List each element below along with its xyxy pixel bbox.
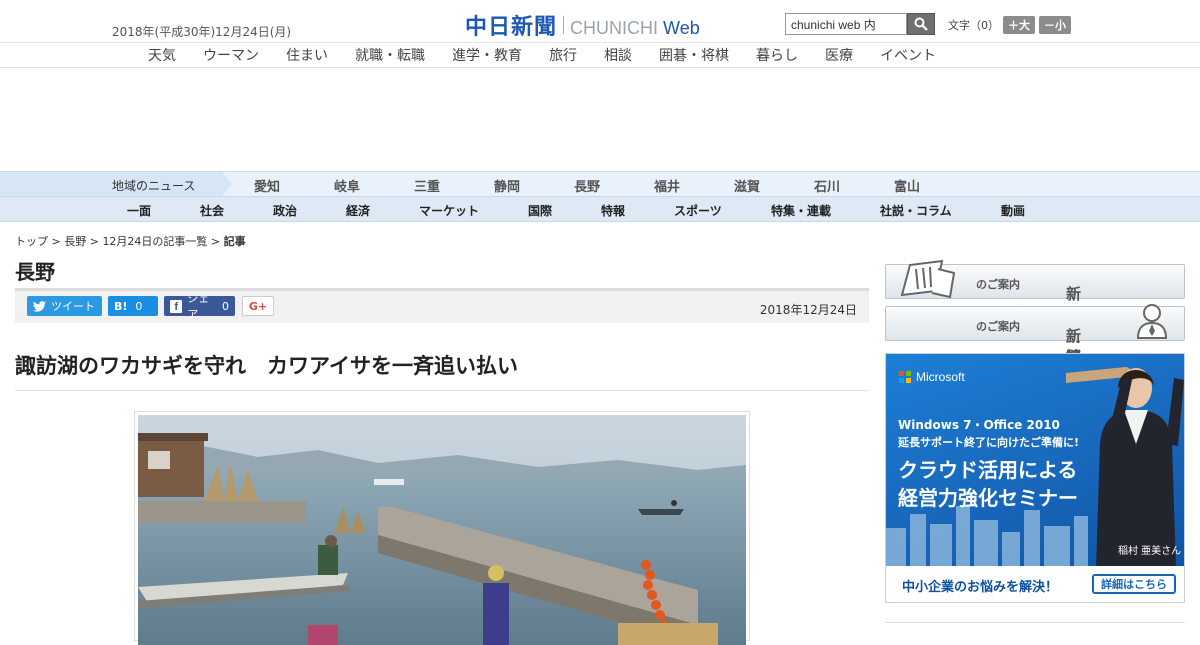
region-nav-item[interactable]: 愛知 — [254, 176, 334, 195]
search-icon — [914, 17, 928, 31]
category-nav-item[interactable]: 特報 — [601, 202, 625, 219]
subscribe-banner[interactable]: 新聞購読 のご案内 — [885, 259, 1185, 366]
font-size-control: 文字（0） ＋大 －小 — [948, 16, 1071, 34]
region-nav-item[interactable]: 石川 — [814, 176, 894, 195]
ad-footer: 中小企業のお悩みを解決！ 詳細はこちら — [886, 566, 1184, 602]
region-nav-item[interactable]: 三重 — [414, 176, 494, 195]
category-nav-item[interactable]: 一面 — [127, 202, 151, 219]
font-size-label: 文字（0） — [948, 19, 999, 32]
newspaper-icon — [900, 259, 956, 299]
service-nav-item[interactable]: イベント — [880, 45, 936, 65]
service-nav-item[interactable]: 医療 — [825, 45, 853, 65]
article-headline: 諏訪湖のワカサギを守れ カワアイサを一斉追い払い — [15, 354, 518, 378]
sidebar-divider — [885, 622, 1185, 623]
ad-subheading: 延長サポート終了に向けたご準備に! — [898, 436, 1080, 449]
service-nav-item[interactable]: 住まい — [286, 45, 328, 65]
category-nav-item[interactable]: 政治 — [273, 202, 297, 219]
microsoft-seminar-ad[interactable]: Microsoft Windows 7・Office 2010 延長サポート終了… — [885, 353, 1185, 603]
service-nav-item[interactable]: 相談 — [604, 45, 632, 65]
font-size-down-button[interactable]: －小 — [1039, 16, 1071, 34]
logo-english: CHUNICHI Web — [570, 18, 700, 38]
lake-photo-image — [138, 415, 746, 645]
site-logo[interactable]: 中日新聞 CHUNICHI Web — [465, 9, 700, 41]
service-nav-item[interactable]: 暮らし — [756, 45, 798, 65]
region-nav-item[interactable]: 岐阜 — [334, 176, 414, 195]
region-nav-item[interactable]: 静岡 — [494, 176, 574, 195]
category-nav-item[interactable]: 動画 — [1001, 202, 1025, 219]
advertising-label: 新聞広告出稿 のご案内 — [976, 320, 1083, 450]
subscribe-label: 新聞購読 のご案内 — [976, 278, 1083, 366]
nav-divider — [0, 67, 1200, 68]
region-nav-item[interactable]: 富山 — [894, 176, 974, 195]
category-nav: 一面 社会 政治 経済 マーケット 国際 特報 スポーツ 特集・連載 社説・コラ… — [0, 197, 1200, 222]
advertising-banner[interactable]: 新聞広告出稿 のご案内 — [885, 304, 1185, 450]
article-date: 2018年12月24日 — [759, 303, 857, 317]
service-nav-item[interactable]: 天気 — [148, 45, 176, 65]
breadcrumb-top[interactable]: トップ — [15, 235, 48, 248]
category-nav-item[interactable]: マーケット — [419, 202, 479, 219]
tweet-button[interactable]: ツイート — [27, 296, 102, 316]
ad-person-name: 稲村 亜美さん — [1118, 546, 1182, 557]
site-header: 2018年(平成30年)12月24日(月) 中日新聞 CHUNICHI Web … — [0, 0, 1200, 43]
service-nav-item[interactable]: ウーマン — [203, 45, 259, 65]
site-search — [785, 13, 935, 35]
twitter-icon — [33, 300, 46, 312]
service-nav-item[interactable]: 旅行 — [549, 45, 577, 65]
ad-headline: クラウド活用による 経営力強化セミナー — [898, 458, 1078, 510]
ad-details-button[interactable]: 詳細はこちら — [1092, 574, 1176, 594]
search-button[interactable] — [907, 13, 935, 35]
service-nav-item[interactable]: 囲碁・将棋 — [659, 45, 729, 65]
breadcrumb-list[interactable]: 12月24日の記事一覧 — [102, 235, 207, 248]
category-nav-item[interactable]: 社説・コラム — [880, 202, 952, 219]
current-date: 2018年(平成30年)12月24日(月) — [112, 25, 292, 39]
article-photo[interactable] — [134, 411, 750, 645]
hatena-count: 0 — [135, 299, 143, 313]
breadcrumb: トップ > 長野 > 12月24日の記事一覧 > 記事 — [15, 235, 246, 248]
ad-product-line: Windows 7・Office 2010 — [898, 418, 1060, 432]
category-nav-item[interactable]: 社会 — [200, 202, 224, 219]
hatena-bookmark-button[interactable]: B! 0 — [108, 296, 158, 316]
google-plus-button[interactable]: G+ — [242, 296, 274, 316]
category-nav-item[interactable]: スポーツ — [674, 202, 722, 219]
font-size-up-button[interactable]: ＋大 — [1003, 16, 1035, 34]
logo-japanese: 中日新聞 — [465, 14, 558, 40]
category-nav-item[interactable]: 国際 — [528, 202, 552, 219]
headline-divider — [15, 390, 869, 391]
facebook-share-button[interactable]: f シェア 0 — [164, 292, 235, 321]
region-nav-item[interactable]: 福井 — [654, 176, 734, 195]
region-nav-heading: 地域のニュース — [0, 172, 232, 196]
spokesperson-photo — [1066, 367, 1184, 569]
logo-divider — [563, 16, 565, 34]
breadcrumb-current: 記事 — [223, 235, 246, 248]
category-nav-item[interactable]: 経済 — [346, 202, 370, 219]
facebook-count: 0 — [222, 299, 229, 313]
region-nav-item[interactable]: 滋賀 — [734, 176, 814, 195]
hatena-icon: B! — [114, 299, 128, 313]
share-bar: ツイート B! 0 f シェア 0 G+ 2018年12月24日 — [15, 288, 869, 323]
search-input[interactable] — [785, 13, 907, 35]
facebook-icon: f — [170, 299, 183, 313]
breadcrumb-region[interactable]: 長野 — [64, 235, 86, 248]
ad-footer-text: 中小企業のお悩みを解決！ — [902, 580, 1059, 595]
section-title: 長野 — [15, 260, 55, 284]
category-nav-item[interactable]: 特集・連載 — [771, 202, 831, 219]
region-nav-item[interactable]: 長野 — [574, 176, 654, 195]
region-nav: 地域のニュース 愛知 岐阜 三重 静岡 長野 福井 滋賀 石川 富山 — [0, 171, 1200, 197]
service-nav: 天気 ウーマン 住まい 就職・転職 進学・教育 旅行 相談 囲碁・将棋 暮らし … — [148, 45, 963, 65]
service-nav-item[interactable]: 就職・転職 — [355, 45, 425, 65]
businessperson-icon — [1136, 304, 1168, 339]
microsoft-logo: Microsoft — [898, 370, 965, 384]
service-nav-item[interactable]: 進学・教育 — [452, 45, 522, 65]
